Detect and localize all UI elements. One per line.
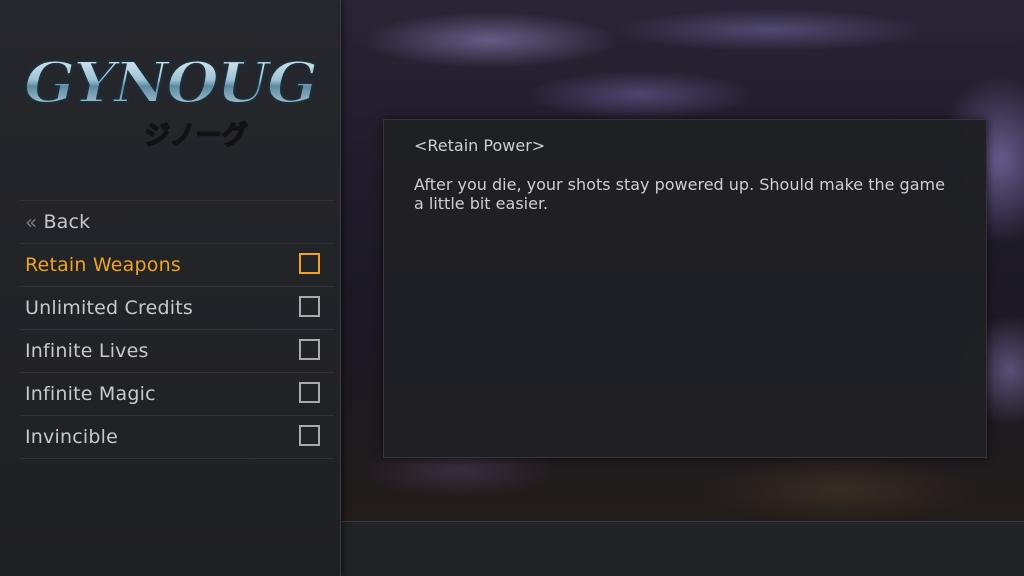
cheat-checkbox[interactable] — [299, 339, 320, 360]
cheat-item-infinite-lives[interactable]: Infinite Lives — [20, 330, 334, 373]
cheat-checkbox[interactable] — [299, 296, 320, 317]
logo-subtitle: ジノーグ — [144, 121, 247, 151]
back-button[interactable]: « Back — [20, 201, 334, 244]
cheat-label: Infinite Lives — [25, 340, 149, 362]
cheats-menu: « Back Retain Weapons Unlimited Credits … — [20, 200, 334, 459]
cheat-item-infinite-magic[interactable]: Infinite Magic — [20, 373, 334, 416]
bottom-bar — [340, 521, 1024, 576]
game-cheats-screen: GYNOUG ジノーグ « Back Retain Weapons Unlimi… — [0, 0, 1024, 576]
cheat-label: Infinite Magic — [25, 383, 156, 405]
cheat-label: Unlimited Credits — [25, 297, 193, 319]
back-chevron-icon: « — [25, 210, 38, 234]
cheat-checkbox[interactable] — [299, 382, 320, 403]
description-title: <Retain Power> — [414, 136, 546, 155]
cheat-checkbox[interactable] — [299, 253, 320, 274]
cheats-menu-panel: GYNOUG ジノーグ « Back Retain Weapons Unlimi… — [0, 0, 341, 576]
logo-title: GYNOUG — [24, 50, 316, 116]
description-body: After you die, your shots stay powered u… — [414, 175, 945, 213]
cheat-item-retain-weapons[interactable]: Retain Weapons — [20, 244, 334, 287]
cheat-item-unlimited-credits[interactable]: Unlimited Credits — [20, 287, 334, 330]
back-label: Back — [43, 211, 91, 233]
game-logo: GYNOUG ジノーグ — [20, 40, 320, 160]
cheat-item-invincible[interactable]: Invincible — [20, 416, 334, 459]
cheat-checkbox[interactable] — [299, 425, 320, 446]
cheat-label: Retain Weapons — [25, 254, 181, 276]
cheat-label: Invincible — [25, 426, 118, 448]
cheat-description-panel: <Retain Power> After you die, your shots… — [383, 119, 987, 458]
game-logo-art: GYNOUG ジノーグ — [23, 49, 319, 152]
